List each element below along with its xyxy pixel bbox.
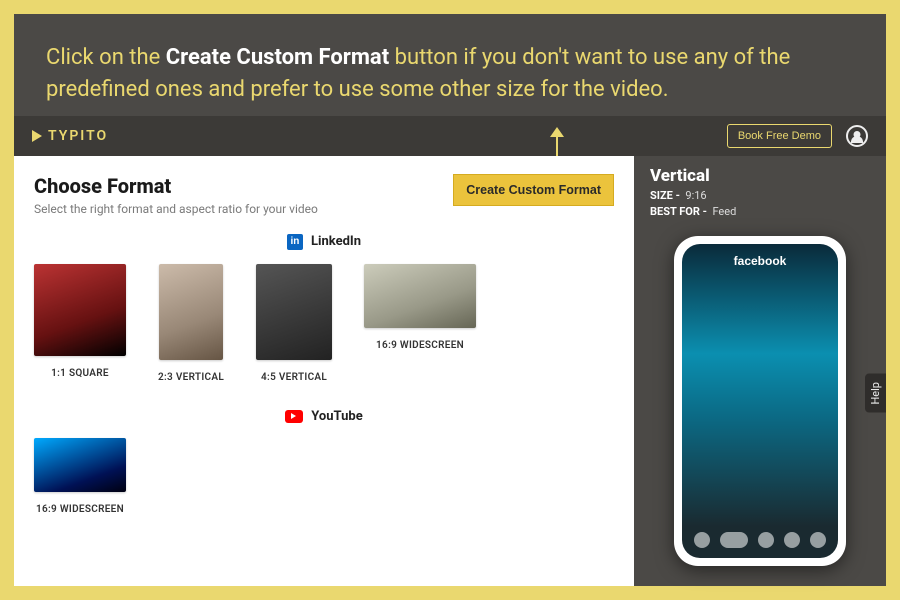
book-demo-button[interactable]: Book Free Demo <box>727 124 832 148</box>
format-label: 4:5 VERTICAL <box>261 372 327 383</box>
linkedin-label: LinkedIn <box>311 234 361 249</box>
format-tile-square[interactable]: 1:1 SQUARE <box>34 264 126 383</box>
youtube-formats-grid: 16:9 WIDESCREEN <box>34 434 614 523</box>
thumbnail-image <box>364 264 476 328</box>
format-tile-4-5[interactable]: 4:5 VERTICAL <box>256 264 332 383</box>
linkedin-formats-grid: 1:1 SQUARE 2:3 VERTICAL 4:5 VERTICAL 16:… <box>34 260 614 391</box>
brand-text: TYPITO <box>48 128 108 144</box>
dot-icon <box>694 532 710 548</box>
pill-icon <box>720 532 748 548</box>
format-tile-2-3[interactable]: 2:3 VERTICAL <box>158 264 224 383</box>
preview-size-value: 9:16 <box>685 189 706 202</box>
phone-nav-dots <box>682 532 838 548</box>
panel-title: Choose Format <box>34 174 453 198</box>
choose-format-panel: Choose Format Select the right format an… <box>14 156 634 586</box>
linkedin-icon <box>287 234 303 250</box>
app-window: TYPITO Book Free Demo Choose Format Sele… <box>14 116 886 586</box>
preview-panel: Vertical SIZE - 9:16 BEST FOR - Feed fac… <box>634 156 886 586</box>
top-bar: TYPITO Book Free Demo <box>14 116 886 156</box>
phone-screen: facebook <box>682 244 838 558</box>
format-tile-yt-16-9[interactable]: 16:9 WIDESCREEN <box>34 438 126 515</box>
preview-title: Vertical <box>650 166 870 186</box>
brand-logo[interactable]: TYPITO <box>32 128 108 144</box>
dot-icon <box>810 532 826 548</box>
platform-linkedin-header: LinkedIn <box>34 234 614 250</box>
play-triangle-icon <box>32 130 42 142</box>
phone-mockup: facebook <box>674 236 846 566</box>
format-label: 2:3 VERTICAL <box>158 372 224 383</box>
thumbnail-image <box>159 264 223 360</box>
thumbnail-image <box>34 438 126 492</box>
thumbnail-image <box>256 264 332 360</box>
user-avatar-icon[interactable] <box>846 125 868 147</box>
platform-youtube-header: YouTube <box>34 409 614 424</box>
create-custom-format-button[interactable]: Create Custom Format <box>453 174 614 206</box>
tutorial-caption: Click on the Create Custom Format button… <box>14 14 886 116</box>
format-label: 1:1 SQUARE <box>51 368 109 379</box>
help-tab[interactable]: Help <box>865 374 886 413</box>
preview-size-row: SIZE - 9:16 <box>650 189 870 202</box>
thumbnail-image <box>34 264 126 356</box>
caption-bold: Create Custom Format <box>166 45 389 70</box>
youtube-icon <box>285 410 303 423</box>
preview-bestfor-row: BEST FOR - Feed <box>650 205 870 218</box>
format-tile-16-9[interactable]: 16:9 WIDESCREEN <box>364 264 476 383</box>
format-label: 16:9 WIDESCREEN <box>36 504 124 515</box>
caption-pre: Click on the <box>46 45 166 70</box>
youtube-label: YouTube <box>311 409 362 424</box>
format-label: 16:9 WIDESCREEN <box>376 340 464 351</box>
preview-size-label: SIZE - <box>650 189 680 202</box>
panel-subtitle: Select the right format and aspect ratio… <box>34 202 453 216</box>
facebook-logo-text: facebook <box>682 254 838 268</box>
preview-bestfor-label: BEST FOR - <box>650 205 707 218</box>
preview-bestfor-value: Feed <box>712 205 736 218</box>
dot-icon <box>784 532 800 548</box>
dot-icon <box>758 532 774 548</box>
